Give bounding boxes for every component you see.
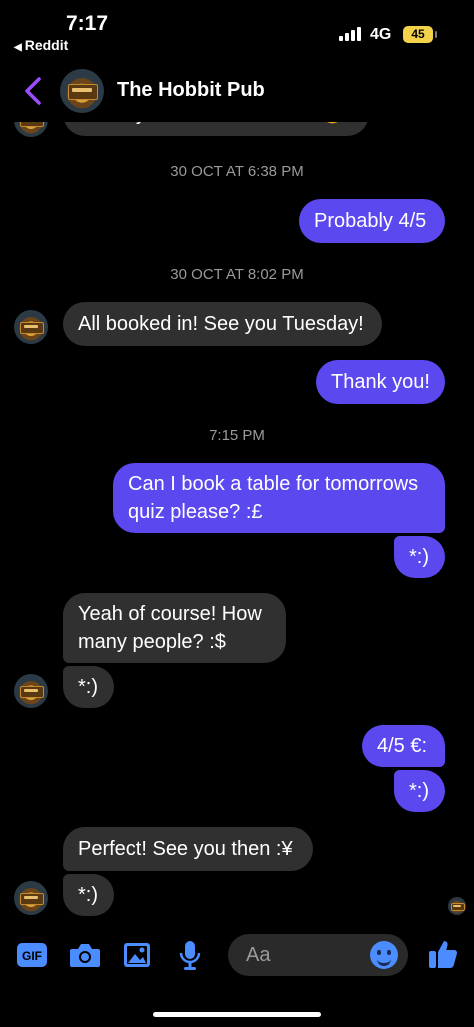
outgoing-message[interactable]: *:): [394, 770, 445, 812]
message-input-placeholder: Aa: [246, 944, 271, 966]
outgoing-message[interactable]: 4/5 €:: [362, 725, 445, 767]
incoming-message[interactable]: *:): [63, 874, 114, 916]
contact-avatar[interactable]: [60, 69, 104, 113]
sender-avatar: [14, 310, 48, 344]
timestamp: 7:15 PM: [209, 427, 265, 444]
thumbs-up-icon[interactable]: [427, 938, 459, 970]
image-icon[interactable]: [123, 941, 151, 969]
contact-name[interactable]: The Hobbit Pub: [117, 79, 265, 102]
outgoing-message[interactable]: Can I book a table for tomorrows quiz pl…: [113, 463, 445, 533]
sender-avatar: [14, 674, 48, 708]
timestamp: 30 OCT AT 8:02 PM: [170, 266, 304, 283]
outgoing-message[interactable]: Probably 4/5: [299, 199, 445, 243]
incoming-message[interactable]: *:): [63, 666, 114, 708]
gif-icon[interactable]: GIF: [16, 942, 48, 968]
message-composer: GIF Aa: [0, 925, 474, 995]
read-receipt-avatar: [448, 897, 466, 915]
incoming-message[interactable]: Perfect! See you then :¥: [63, 827, 313, 871]
sender-avatar: [14, 881, 48, 915]
chat-header: The Hobbit Pub: [0, 62, 474, 122]
conversation[interactable]: would you like to book for? 😊 30 OCT AT …: [0, 0, 474, 1027]
incoming-message[interactable]: Yeah of course! How many people? :$: [63, 593, 286, 663]
home-indicator[interactable]: [153, 1012, 321, 1017]
outgoing-message[interactable]: *:): [394, 536, 445, 578]
message-input[interactable]: Aa: [228, 934, 408, 976]
microphone-icon[interactable]: [178, 939, 202, 971]
outgoing-message[interactable]: Thank you!: [316, 360, 445, 404]
incoming-message[interactable]: All booked in! See you Tuesday!: [63, 302, 382, 346]
gif-label: GIF: [22, 949, 42, 963]
camera-icon[interactable]: [69, 941, 101, 969]
emoji-icon[interactable]: [370, 941, 398, 969]
back-chevron-icon[interactable]: [20, 76, 46, 106]
timestamp: 30 OCT AT 6:38 PM: [170, 163, 304, 180]
